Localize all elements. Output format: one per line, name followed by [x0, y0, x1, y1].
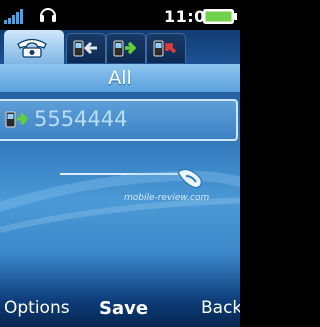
tab-missed-calls[interactable]	[66, 33, 106, 63]
signal-bars-icon	[4, 9, 23, 24]
headset-icon	[40, 8, 56, 22]
call-log-entry[interactable]: 5554444	[0, 99, 238, 141]
watermark: mobile-review.com	[124, 193, 210, 203]
softkey-bar: Options Save Back	[0, 292, 240, 327]
phone-icon	[17, 38, 47, 58]
tab-incoming-calls[interactable]	[146, 33, 186, 63]
tab-all-calls[interactable]	[4, 30, 64, 64]
back-softkey[interactable]: Back	[201, 298, 240, 318]
options-softkey[interactable]: Options	[4, 298, 70, 318]
page-title: All	[108, 67, 132, 89]
incoming-call-icon	[153, 40, 177, 57]
tab-outgoing-calls[interactable]	[106, 33, 146, 63]
outgoing-call-icon	[5, 111, 29, 128]
entry-number: 5554444	[34, 107, 128, 131]
missed-call-icon	[73, 40, 97, 57]
call-log-tabs	[0, 30, 240, 64]
list-header: All	[0, 64, 240, 92]
call-log-screen: 11:07 All 5554444 mobile-review.com Opti…	[0, 0, 240, 327]
save-softkey[interactable]: Save	[99, 298, 148, 319]
battery-full-icon	[203, 9, 237, 24]
status-bar: 11:07	[0, 0, 240, 30]
outgoing-call-icon	[113, 40, 137, 57]
